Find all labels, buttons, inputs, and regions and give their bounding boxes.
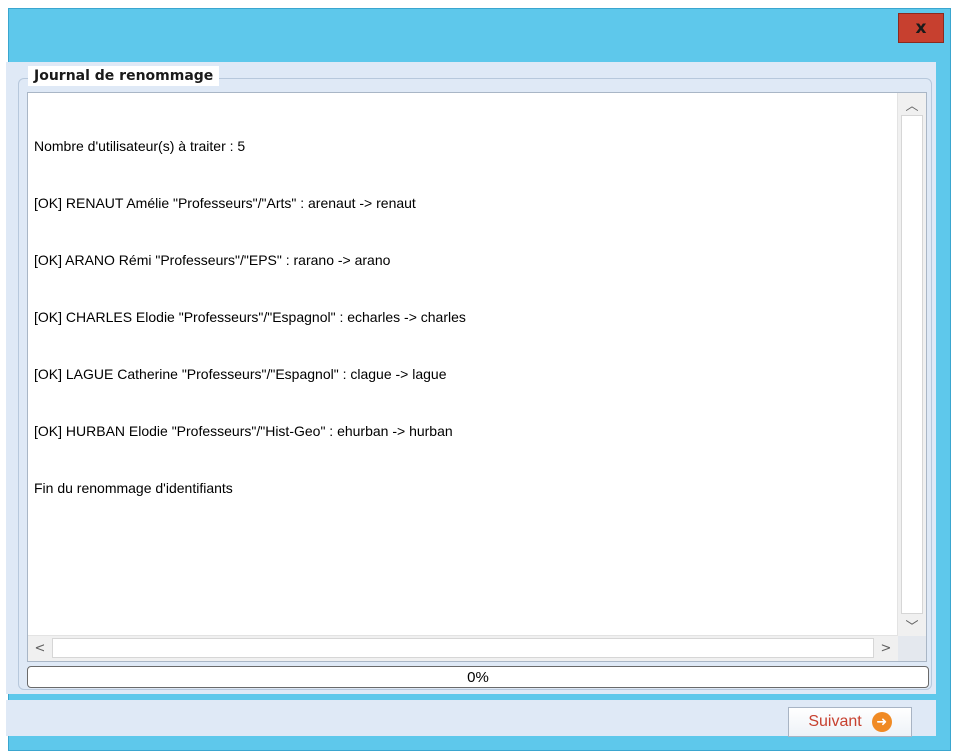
log-line: [OK] HURBAN Elodie "Professeurs"/"Hist-G… bbox=[34, 423, 453, 439]
journal-log-text: Nombre d'utilisateur(s) à traiter : 5 [O… bbox=[34, 99, 890, 635]
vertical-scrollbar[interactable]: ︿ ﹀ bbox=[897, 93, 926, 636]
close-icon: x bbox=[915, 18, 927, 38]
log-line: [OK] CHARLES Elodie "Professeurs"/"Espag… bbox=[34, 309, 466, 325]
progress-bar: 0% bbox=[27, 666, 929, 688]
journal-log[interactable]: Nombre d'utilisateur(s) à traiter : 5 [O… bbox=[27, 92, 927, 662]
title-bar: x bbox=[9, 9, 950, 65]
log-line: Fin du renommage d'identifiants bbox=[34, 480, 233, 496]
close-button[interactable]: x bbox=[898, 13, 944, 43]
log-line: [OK] RENAUT Amélie "Professeurs"/"Arts" … bbox=[34, 195, 416, 211]
scroll-right-icon[interactable]: > bbox=[874, 637, 898, 659]
scroll-left-icon[interactable]: < bbox=[28, 637, 52, 659]
log-line: Nombre d'utilisateur(s) à traiter : 5 bbox=[34, 138, 246, 154]
journal-title: Journal de renommage bbox=[28, 66, 220, 86]
scroll-down-icon[interactable]: ﹀ bbox=[900, 614, 924, 636]
log-line: [OK] LAGUE Catherine "Professeurs"/"Espa… bbox=[34, 366, 447, 382]
horizontal-scroll-thumb[interactable] bbox=[52, 638, 874, 658]
horizontal-scrollbar[interactable]: < > bbox=[28, 635, 898, 661]
next-button-label: Suivant bbox=[808, 713, 862, 730]
vertical-scroll-thumb[interactable] bbox=[901, 115, 923, 614]
arrow-right-circle-icon: ➜ bbox=[871, 712, 892, 732]
progress-label: 0% bbox=[467, 668, 489, 686]
scrollbar-corner bbox=[898, 636, 926, 661]
next-button[interactable]: Suivant ➜ bbox=[788, 707, 912, 737]
scroll-up-icon[interactable]: ︿ bbox=[900, 93, 924, 115]
log-line: [OK] ARANO Rémi "Professeurs"/"EPS" : ra… bbox=[34, 252, 391, 268]
